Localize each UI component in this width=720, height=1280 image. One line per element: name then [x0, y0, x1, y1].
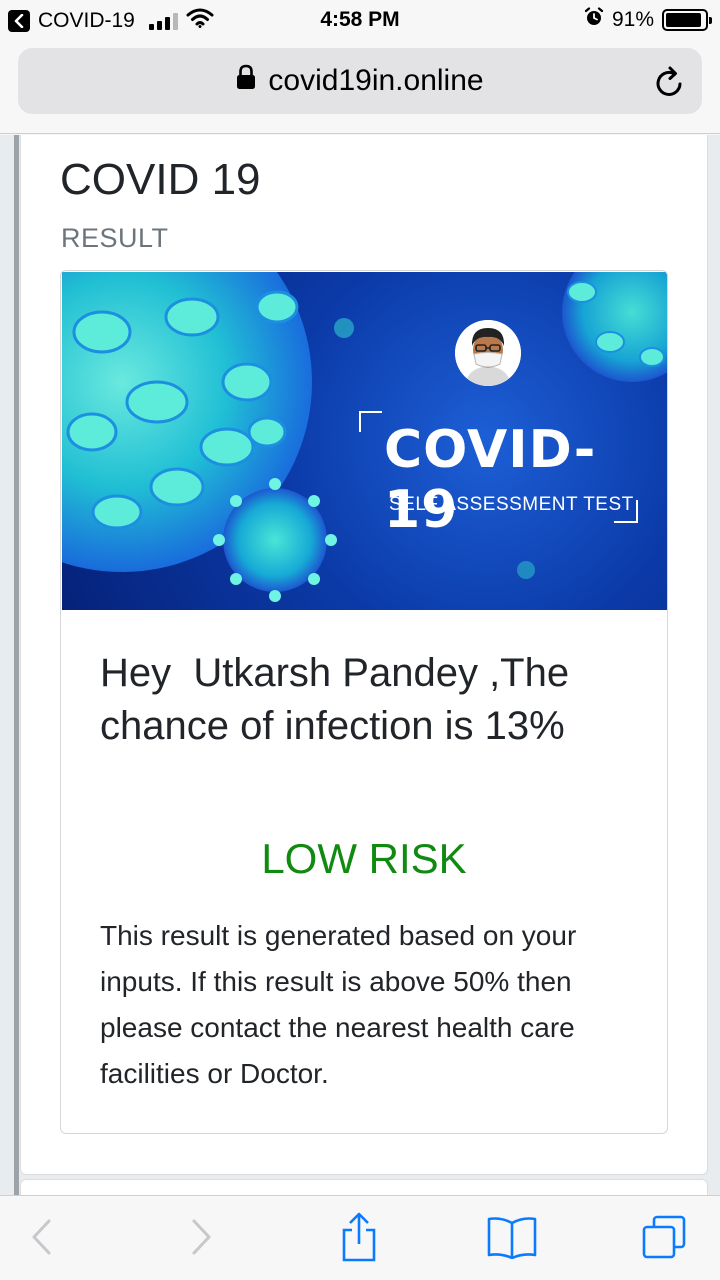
book-icon — [486, 1215, 538, 1264]
result-description: This result is generated based on your i… — [100, 920, 577, 1089]
lock-icon — [236, 64, 256, 98]
share-button[interactable] — [335, 1212, 383, 1267]
browser-address-area: covid19in.online — [0, 40, 720, 134]
doctor-avatar-icon — [455, 320, 521, 386]
banner-image: COVID-19 SELF ASSESSMENT TEST — [62, 272, 667, 610]
tabs-button[interactable] — [640, 1214, 688, 1264]
battery-percent: 91% — [611, 8, 654, 31]
risk-level: LOW RISK — [261, 835, 467, 882]
status-bar: COVID-19 4:58 PM 91% — [0, 0, 720, 40]
chevron-left-icon — [29, 1218, 53, 1261]
share-icon — [339, 1212, 379, 1267]
web-page: COVID 19 RESULT COVID-19 SELF ASSESSMENT… — [0, 135, 720, 1195]
battery-icon — [662, 9, 712, 31]
page-edge-rule — [14, 135, 19, 1195]
chevron-right-icon — [190, 1218, 214, 1261]
forward-button[interactable] — [178, 1214, 226, 1264]
banner-title: COVID-19 — [384, 420, 597, 540]
tabs-icon — [640, 1213, 688, 1266]
result-card: COVID-19 SELF ASSESSMENT TEST Hey Utkars… — [60, 270, 668, 1134]
next-container — [20, 1179, 708, 1195]
back-button[interactable] — [17, 1214, 65, 1264]
result-headline: Hey Utkarsh Pandey ,The chance of infect… — [100, 651, 581, 748]
alarm-icon — [584, 7, 604, 33]
page-title: COVID 19 — [60, 155, 261, 204]
browser-toolbar — [0, 1195, 720, 1280]
address-bar[interactable]: covid19in.online — [18, 48, 702, 114]
banner-subtitle: SELF ASSESSMENT TEST — [389, 494, 634, 515]
page-subtitle: RESULT — [61, 223, 169, 253]
reload-icon[interactable] — [654, 65, 686, 104]
url-text: covid19in.online — [268, 64, 484, 97]
bookmarks-button[interactable] — [486, 1214, 538, 1264]
